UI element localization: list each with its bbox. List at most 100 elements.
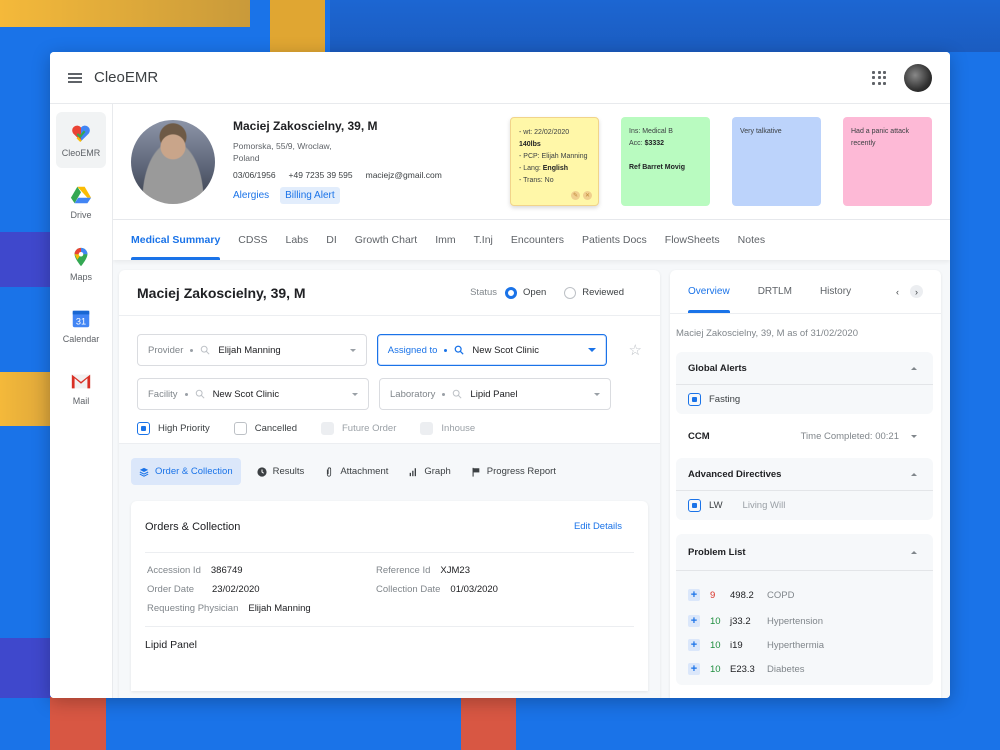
sidebar-item-label: Mail	[72, 396, 90, 406]
plus-icon[interactable]: +	[688, 663, 700, 675]
subtab-progress-report[interactable]: Progress Report	[471, 466, 556, 477]
problem-code: j33.2	[730, 615, 751, 627]
tab-growth-chart[interactable]: Growth Chart	[355, 220, 417, 260]
plus-icon[interactable]: +	[688, 589, 700, 601]
apps-grid-icon[interactable]	[872, 70, 886, 85]
sidebar-item-mail[interactable]: Mail	[56, 360, 106, 416]
high-priority-label[interactable]: High Priority	[158, 423, 210, 434]
note-line	[629, 150, 702, 162]
tab-medical-summary[interactable]: Medical Summary	[131, 220, 221, 260]
sidebar-item-calendar[interactable]: 31 Calendar	[56, 298, 106, 354]
future-order-label: Future Order	[342, 423, 397, 434]
tab-overview[interactable]: Overview	[688, 270, 730, 313]
tab-drtlm[interactable]: DRTLM	[758, 270, 792, 313]
mail-icon	[71, 374, 91, 389]
problem-list-panel: Problem List +9 498.2 COPD +10 j33.2 Hyperten…	[676, 534, 933, 685]
star-icon[interactable]: ☆	[629, 341, 642, 359]
high-priority-checkbox[interactable]	[137, 422, 150, 435]
sticky-note[interactable]: Very talkative	[732, 117, 821, 206]
background-red-bar	[50, 697, 106, 750]
directive-code: LW	[709, 500, 723, 511]
status-reviewed-radio[interactable]	[564, 286, 577, 299]
subtab-results[interactable]: Results	[257, 466, 304, 477]
tab-labs[interactable]: Labs	[285, 220, 308, 260]
app-title: CleoEMR	[94, 69, 159, 86]
clock-icon	[257, 466, 267, 477]
chevron-left-icon[interactable]: ‹	[891, 285, 904, 298]
inhouse-checkbox	[420, 422, 434, 435]
order-patient-title: Maciej Zakoscielny, 39, M	[137, 284, 306, 301]
provider-field[interactable]: Provider Elijah Manning	[137, 334, 367, 366]
main-content: Maciej Zakoscielny, 39, M Pomorska, 55/9…	[113, 104, 950, 698]
lw-checkbox[interactable]	[688, 499, 701, 512]
search-icon	[201, 345, 210, 355]
chevron-down-icon	[587, 348, 596, 352]
reference-id-value: XJM23	[440, 565, 470, 576]
chevron-down-icon	[594, 392, 600, 396]
cancelled-label[interactable]: Cancelled	[255, 423, 297, 434]
drive-icon	[70, 186, 92, 204]
status-reviewed-label[interactable]: Reviewed	[582, 287, 624, 298]
patient-header: Maciej Zakoscielny, 39, M Pomorska, 55/9…	[113, 104, 950, 220]
problem-list-header[interactable]: Problem List	[676, 534, 933, 570]
top-bar: CleoEMR	[50, 52, 950, 104]
patient-address: Pomorska, 55/9, Wroclaw, Poland	[233, 141, 332, 163]
global-alerts-header[interactable]: Global Alerts	[676, 352, 933, 384]
edit-details-link[interactable]: Edit Details	[574, 521, 622, 532]
fasting-label: Fasting	[709, 394, 741, 405]
search-icon	[453, 389, 462, 399]
problem-severity: 10	[710, 615, 721, 627]
plus-icon[interactable]: +	[688, 639, 700, 651]
sidebar-item-maps[interactable]: Maps	[56, 236, 106, 292]
search-icon	[455, 345, 465, 355]
tab-cdss[interactable]: CDSS	[238, 220, 267, 260]
laboratory-field[interactable]: Laboratory Lipid Panel	[379, 378, 611, 410]
sidebar-item-label: Maps	[69, 272, 92, 282]
cancelled-checkbox[interactable]	[233, 422, 247, 435]
tab-history[interactable]: History	[820, 270, 851, 313]
tab-patients-docs[interactable]: Patients Docs	[582, 220, 647, 260]
sticky-note[interactable]: - wt: 22/02/2020 140lbs - PCP: Elijah Ma…	[510, 117, 599, 206]
note-line: Ref Barret Movig	[629, 164, 686, 171]
sticky-notes: - wt: 22/02/2020 140lbs - PCP: Elijah Ma…	[510, 117, 932, 206]
problem-code: 498.2	[730, 589, 754, 601]
status-open-radio[interactable]	[505, 286, 518, 299]
chevron-right-icon[interactable]: ›	[910, 285, 923, 298]
plus-icon[interactable]: +	[688, 615, 700, 627]
user-avatar[interactable]	[904, 63, 932, 92]
status-open-label[interactable]: Open	[523, 287, 546, 298]
advanced-directives-header[interactable]: Advanced Directives	[676, 458, 933, 490]
subtab-attachment[interactable]: Attachment	[324, 466, 388, 477]
tab-notes[interactable]: Notes	[738, 220, 765, 260]
problem-severity: 9	[710, 589, 716, 601]
assigned-to-field[interactable]: Assigned to New Scot Clinic	[376, 334, 607, 366]
note-line: - Lang: English	[519, 165, 569, 172]
tab-imm[interactable]: Imm	[435, 220, 455, 260]
sticky-note[interactable]: Ins: Medical B Acc: $3332 Ref Barret Mov…	[621, 117, 710, 206]
sticky-note[interactable]: Had a panic attack recently	[843, 117, 932, 206]
sidebar-item-drive[interactable]: Drive	[56, 174, 106, 230]
sidebar-item-cleoemr[interactable]: CleoEMR	[56, 112, 106, 168]
search-icon	[195, 389, 205, 399]
subtab-order-collection[interactable]: Order & Collection	[131, 458, 241, 485]
requesting-physician-value: Elijah Manning	[248, 603, 311, 614]
orders-collection-card: Orders & Collection Edit Details Accessi…	[131, 501, 648, 691]
chevron-down-icon	[911, 434, 917, 438]
close-icon[interactable]: ✕	[583, 191, 592, 200]
chevron-up-icon	[911, 472, 917, 476]
problem-code: i19	[730, 639, 743, 651]
subtab-graph[interactable]: Graph	[408, 466, 451, 477]
allergies-link[interactable]: Alergies	[233, 187, 274, 204]
tab-di[interactable]: DI	[326, 220, 337, 260]
overview-card: Overview DRTLM History ‹ › Maciej Zakosc…	[670, 270, 941, 698]
menu-icon[interactable]	[68, 72, 82, 83]
tab-flowsheets[interactable]: FlowSheets	[665, 220, 720, 260]
tab-encounters[interactable]: Encounters	[511, 220, 564, 260]
billing-alert-link[interactable]: Billing Alert	[280, 187, 340, 204]
ccm-row[interactable]: CCM Time Completed: 00:21	[676, 422, 933, 450]
tab-t-inj[interactable]: T.Inj	[474, 220, 493, 260]
facility-field[interactable]: Facility New Scot Clinic	[137, 378, 369, 410]
fasting-checkbox[interactable]	[688, 393, 701, 406]
edit-icon[interactable]: ✎	[571, 191, 580, 200]
app-sidebar: CleoEMR Drive Maps 31 Calendar Mail	[50, 104, 113, 698]
